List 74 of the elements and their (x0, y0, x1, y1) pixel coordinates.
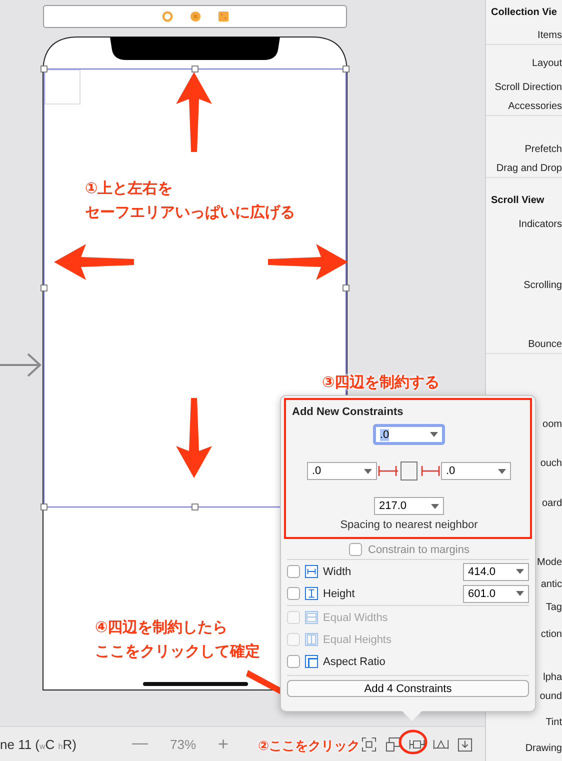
checkbox[interactable] (287, 655, 300, 668)
checkbox[interactable] (349, 543, 362, 556)
property-label: Mode (536, 557, 562, 568)
value-dropdown[interactable]: 414.0 (463, 562, 529, 580)
zoom-level: 73% (170, 736, 196, 752)
update-frames-icon[interactable] (360, 736, 377, 752)
placeholder-cell (44, 70, 80, 104)
annotation-text: ②ここをクリック (258, 738, 360, 756)
resize-handle[interactable] (192, 504, 198, 510)
annotation-text: ④四辺を制約したら (95, 617, 228, 638)
resize-handle[interactable] (342, 284, 350, 292)
caret-icon (364, 468, 372, 474)
highlight-circle (398, 729, 428, 755)
checkbox-label: Constrain to margins (368, 544, 470, 556)
right-spacing-field[interactable]: .0 (441, 462, 511, 480)
annotation-text: ここをクリックして確定 (95, 641, 260, 662)
property-label: Items (538, 30, 562, 41)
checkbox[interactable] (287, 587, 300, 600)
annotation-text: ①上と左右を (85, 178, 173, 199)
property-label: Accessories (508, 101, 562, 112)
embed-in-icon[interactable] (384, 736, 401, 752)
resize-handle[interactable] (40, 66, 48, 72)
property-label: ound (540, 691, 562, 702)
height-icon (305, 587, 318, 600)
property-label: lpha (543, 672, 562, 683)
property-label: oom (542, 419, 562, 430)
caret-icon (516, 569, 524, 574)
property-label: Layout (532, 58, 562, 69)
resize-handle[interactable] (40, 284, 48, 292)
constraint-label: Width (323, 566, 352, 578)
annotation-text: セーフエリアいっぱいに広げる (85, 202, 295, 223)
first-responder-icon[interactable] (190, 11, 200, 22)
caret-icon (516, 591, 524, 596)
property-label: ction (540, 629, 562, 640)
caret-icon (430, 432, 438, 437)
property-label: Indicators (518, 219, 562, 230)
property-label: antic (540, 579, 562, 590)
resize-handle[interactable] (192, 66, 198, 72)
width-icon (305, 565, 318, 578)
caret-icon (431, 504, 439, 508)
entry-arrow (0, 353, 42, 377)
caret-icon (498, 468, 506, 474)
property-label: Bounce (528, 339, 562, 350)
property-label: Tag (546, 602, 562, 613)
exit-icon[interactable] (218, 11, 228, 22)
resize-handle[interactable] (40, 504, 48, 510)
equal-heights-icon (305, 633, 318, 646)
property-label: Scroll Direction (494, 82, 562, 93)
value-dropdown[interactable]: 601.0 (463, 584, 529, 602)
left-spacing-field[interactable]: .0 (307, 462, 377, 480)
property-label: Drag and Drop (496, 163, 562, 174)
property-label: Scrolling (524, 280, 562, 291)
property-label: ouch (540, 458, 562, 469)
top-spacing-field[interactable]: .0 (373, 424, 445, 445)
section-header: Scroll View (490, 195, 544, 206)
constraint-label: Height (323, 588, 355, 600)
constraint-label: Equal Heights (323, 634, 392, 646)
spacing-caption: Spacing to nearest neighbor (340, 519, 478, 531)
constraint-label: Aspect Ratio (323, 656, 386, 668)
constraint-label: Equal Widths (323, 612, 388, 624)
constraint-diagram (377, 459, 441, 483)
section-header: Collection Vie (490, 7, 557, 18)
bottom-spacing-field[interactable]: 217.0 (374, 497, 444, 515)
equal-widths-icon (305, 611, 318, 624)
add-constraints-button[interactable]: Add 4 Constraints (287, 680, 529, 697)
resolve-issues-icon[interactable] (456, 736, 473, 752)
property-label: Tint (546, 717, 562, 728)
popover-title: Add New Constraints (292, 406, 404, 418)
resize-handle[interactable] (342, 66, 350, 72)
property-label: Prefetch (524, 144, 562, 155)
aspect-ratio-icon (305, 655, 318, 668)
property-label: Drawing (525, 743, 562, 754)
property-label: oard (542, 498, 562, 509)
checkbox[interactable] (287, 565, 300, 578)
